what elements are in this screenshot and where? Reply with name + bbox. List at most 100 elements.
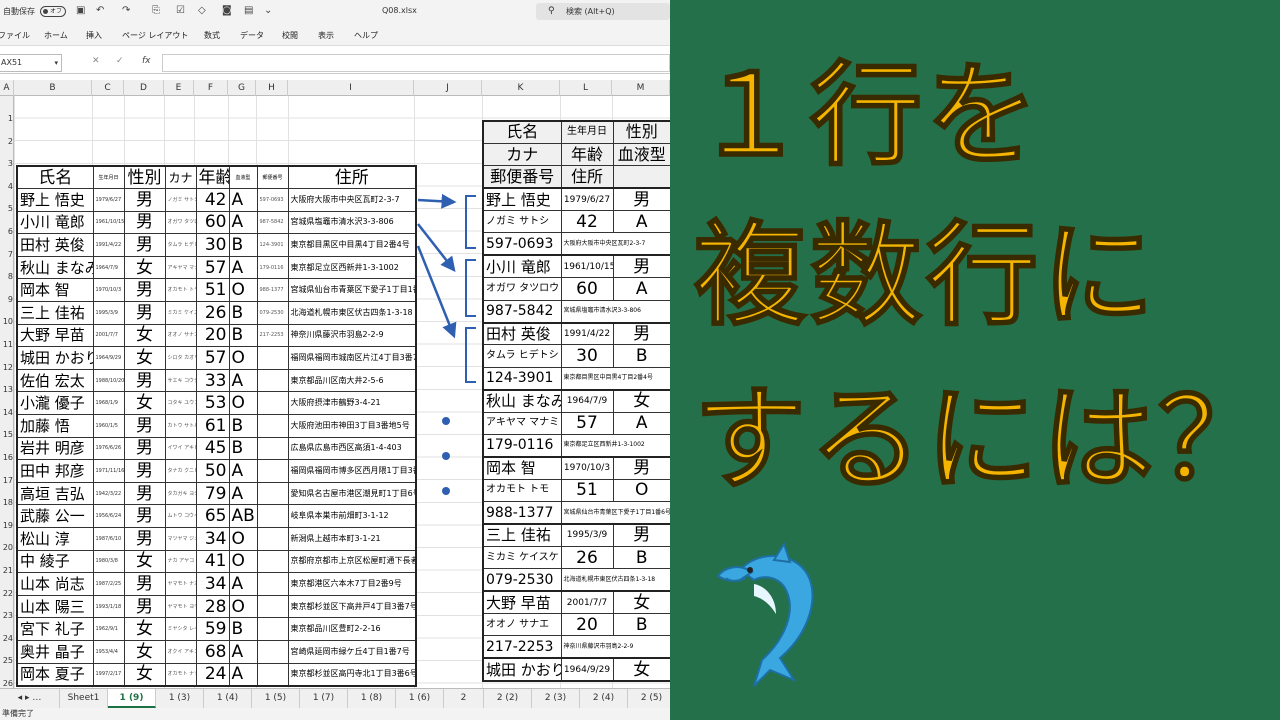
table-cell[interactable]: オカモト トモ	[482, 478, 562, 503]
table-cell[interactable]: 武藤 公一	[16, 504, 94, 528]
table-cell[interactable]: 東京都杉並区下高井戸4丁目3番7号	[287, 594, 417, 619]
row-header[interactable]: 22	[0, 585, 13, 603]
table-cell[interactable]: 1987/2/25	[92, 572, 125, 596]
undo-icon[interactable]: ↶	[96, 5, 104, 16]
column-label[interactable]: 性別	[123, 165, 166, 190]
table-cell[interactable]: 大阪府大阪市中央区瓦町2-3-7	[560, 232, 670, 257]
table-cell[interactable]: カトウ サトル	[164, 414, 197, 438]
table-cell[interactable]: 岡本 智	[482, 456, 562, 480]
table-cell[interactable]: A	[228, 481, 258, 506]
table-cell[interactable]: 41	[195, 549, 230, 574]
table-cell[interactable]: 岡本 夏子	[16, 662, 94, 687]
table-cell[interactable]: 1968/1/9	[92, 391, 125, 416]
table-cell[interactable]: 松山 淳	[16, 527, 94, 551]
table-cell[interactable]: 1993/1/18	[92, 594, 125, 619]
column-header[interactable]: K	[482, 80, 560, 96]
table-cell[interactable]	[256, 549, 289, 574]
column-header[interactable]: D	[124, 80, 164, 96]
table-cell[interactable]: 34	[195, 527, 230, 551]
row-header[interactable]: 10	[0, 313, 13, 331]
table-cell[interactable]: 61	[195, 414, 230, 438]
table-cell[interactable]: 1970/10/3	[92, 278, 125, 303]
table-cell[interactable]	[256, 639, 289, 664]
table-cell[interactable]: 岡本 智	[16, 278, 94, 303]
row-header[interactable]: 19	[0, 517, 13, 535]
sheet-tab[interactable]: 1 (6)	[396, 689, 444, 708]
table-cell[interactable]: 宮城県仙台市青葉区下愛子1丁目1番6号	[287, 278, 417, 303]
table-cell[interactable]: A	[228, 662, 258, 687]
table-cell[interactable]: 神奈川県藤沢市羽島2-2-9	[560, 635, 670, 660]
column-header[interactable]: A	[0, 80, 14, 96]
table-cell[interactable]: 1991/4/22	[92, 233, 125, 257]
row-header[interactable]: 17	[0, 472, 13, 490]
table-cell[interactable]: B	[228, 233, 258, 257]
table-cell[interactable]: タナカ クニヒコ	[164, 459, 197, 483]
column-header[interactable]: J	[414, 80, 482, 96]
table-cell[interactable]: 1979/6/27	[560, 187, 614, 212]
table-cell[interactable]: 男	[612, 523, 670, 547]
table-cell[interactable]: 男	[123, 572, 166, 596]
column-header[interactable]: F	[194, 80, 228, 96]
table-cell[interactable]: 1961/10/15	[92, 210, 125, 235]
table-cell[interactable]: 神奈川県藤沢市羽島2-2-9	[287, 323, 417, 348]
table-cell[interactable]: 野上 悟史	[482, 187, 562, 212]
table-cell[interactable]: 1961/10/15	[560, 254, 614, 279]
enter-icon[interactable]: ✓	[116, 56, 124, 66]
table-cell[interactable]: B	[228, 617, 258, 641]
column-label[interactable]: カナ	[482, 142, 562, 167]
column-label[interactable]: 血液型	[228, 165, 258, 190]
table-cell[interactable]: 57	[195, 255, 230, 280]
table-cell[interactable]: 79	[195, 481, 230, 506]
table-cell[interactable]: 東京都足立区西新井1-3-1002	[287, 255, 417, 280]
table-cell[interactable]: 女	[123, 617, 166, 641]
customize-icon[interactable]: ⌄	[264, 5, 272, 16]
table-cell[interactable]: 三上 佳祐	[16, 301, 94, 325]
table-cell[interactable]: 北海道札幌市東区伏古四条1-3-18	[287, 301, 417, 325]
table-cell[interactable]: サエキ コウタ	[164, 368, 197, 393]
table-cell[interactable]: 新潟県上越市本町3-1-21	[287, 527, 417, 551]
row-header[interactable]: 13	[0, 381, 13, 399]
table-cell[interactable]: 1960/1/5	[92, 414, 125, 438]
table-cell[interactable]: 1988/10/20	[92, 368, 125, 393]
check-icon[interactable]: ☑	[176, 5, 185, 16]
cancel-icon[interactable]: ✕	[92, 56, 100, 66]
table-cell[interactable]: アキヤマ マナミ	[164, 255, 197, 280]
table-cell[interactable]: 宮城県塩竈市清水沢3-3-806	[560, 299, 670, 324]
table-cell[interactable]: 福岡県福岡市博多区西月隈1丁目3番3号	[287, 459, 417, 483]
table-cell[interactable]: 男	[123, 504, 166, 528]
column-header[interactable]: M	[612, 80, 670, 96]
column-label[interactable]: 氏名	[482, 120, 562, 144]
table-cell[interactable]	[256, 368, 289, 393]
table-cell[interactable]: A	[228, 210, 258, 235]
table-cell[interactable]: 福岡県福岡市城南区片江4丁目3番7号	[287, 346, 417, 370]
table-cell[interactable]: 高垣 吉弘	[16, 481, 94, 506]
table-cell[interactable]: 男	[123, 210, 166, 235]
table-cell[interactable]: B	[612, 344, 670, 368]
table-cell[interactable]: 男	[123, 301, 166, 325]
name-box[interactable]: AX51 ▾	[0, 54, 62, 72]
table-cell[interactable]: 大阪府大阪市中央区瓦町2-3-7	[287, 188, 417, 212]
table-cell[interactable]: 東京都港区六本木7丁目2番9号	[287, 572, 417, 596]
table-cell[interactable]: O	[228, 527, 258, 551]
table-cell[interactable]: A	[228, 572, 258, 596]
table-cell[interactable]	[256, 572, 289, 596]
table-cell[interactable]: 1956/6/24	[92, 504, 125, 528]
table-cell[interactable]: 岐阜県本巣市前畑町3-1-12	[287, 504, 417, 528]
table-cell[interactable]: O	[228, 346, 258, 370]
table-cell[interactable]: ヤマモト ナオシ	[164, 572, 197, 596]
table-cell[interactable]: 男	[612, 187, 670, 212]
table-cell[interactable]: 42	[195, 188, 230, 212]
table-cell[interactable]	[256, 594, 289, 619]
table-cell[interactable]: 城田 かおり	[16, 346, 94, 370]
column-label[interactable]	[612, 165, 670, 190]
column-label[interactable]: 年齢	[560, 142, 614, 167]
table-cell[interactable]: 987-5842	[256, 210, 289, 235]
table-cell[interactable]: 男	[123, 278, 166, 303]
table-cell[interactable]: A	[228, 639, 258, 664]
row-header[interactable]: 5	[0, 200, 13, 218]
table-cell[interactable]: 53	[195, 391, 230, 416]
table-cell[interactable]: 1964/9/29	[92, 346, 125, 370]
table-cell[interactable]: O	[228, 594, 258, 619]
table-cell[interactable]: 男	[612, 322, 670, 346]
sheet-tab[interactable]: Sheet1	[60, 689, 108, 708]
